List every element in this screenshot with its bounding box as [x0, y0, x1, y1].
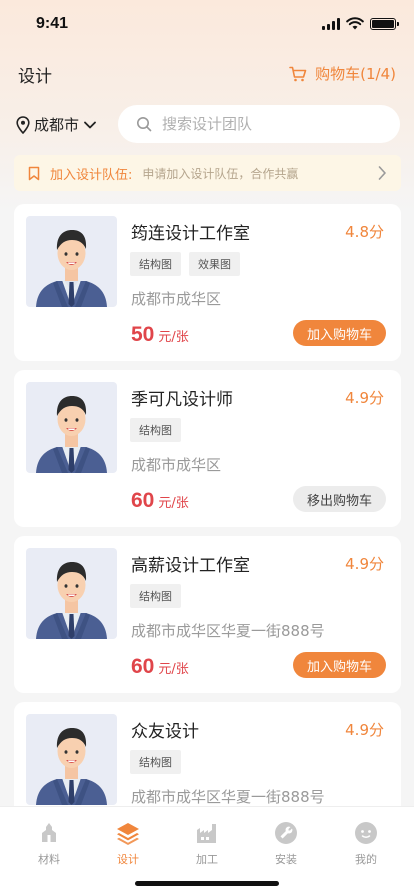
add-to-cart-button[interactable]: 加入购物车 — [292, 652, 386, 678]
wifi-icon — [346, 17, 364, 30]
designer-rating: 4.9分 — [345, 721, 384, 739]
designer-name: 季可凡设计师 — [131, 390, 233, 410]
price: 60 元/张 — [131, 489, 189, 513]
search-box[interactable] — [118, 105, 400, 143]
tab-installation[interactable]: 安装 — [256, 821, 316, 867]
status-icons — [322, 17, 399, 30]
profile-icon — [355, 822, 377, 844]
materials-icon — [42, 823, 56, 842]
design-layers-icon — [117, 823, 139, 845]
join-banner-description: 申请加入设计队伍，合作共赢 — [142, 166, 299, 181]
tag-list: 结构图 — [130, 750, 181, 774]
tab-materials[interactable]: 材料 — [19, 821, 79, 867]
chevron-right-icon — [378, 166, 386, 180]
price-unit: 元/张 — [158, 496, 189, 511]
bookmark-icon — [28, 166, 40, 180]
designer-address: 成都市成华区华夏一街888号 — [131, 788, 325, 806]
tag-list: 结构图 — [130, 418, 181, 442]
designer-card[interactable]: 筠连设计工作室 4.8分 结构图 效果图 成都市成华区 50 元/张 加入购物车 — [14, 204, 401, 361]
designer-address: 成都市成华区华夏一街888号 — [131, 622, 325, 640]
tag-list: 结构图 效果图 — [130, 252, 240, 276]
tab-label: 我的 — [355, 853, 377, 866]
header: 设计 购物车(1/4) — [0, 58, 414, 90]
designer-name: 筠连设计工作室 — [131, 224, 250, 244]
location-pin-icon — [16, 115, 30, 134]
price-value: 50 — [131, 323, 155, 346]
status-time: 9:41 — [36, 15, 69, 32]
search-input[interactable] — [162, 115, 382, 133]
tag-list: 结构图 — [130, 584, 181, 608]
price-value: 60 — [131, 489, 155, 512]
price-unit: 元/张 — [158, 662, 189, 677]
factory-icon — [197, 824, 216, 843]
cart-icon — [289, 66, 307, 81]
price: 50 元/张 — [131, 323, 189, 347]
tag: 效果图 — [189, 252, 240, 276]
designer-rating: 4.9分 — [345, 389, 384, 407]
join-banner-title: 加入设计队伍: — [50, 167, 133, 183]
designer-address: 成都市成华区 — [131, 456, 222, 474]
designer-avatar — [26, 714, 117, 805]
price-value: 60 — [131, 655, 155, 678]
tab-label: 加工 — [196, 853, 218, 866]
tag: 结构图 — [130, 252, 181, 276]
wrench-icon — [275, 822, 297, 844]
tab-design[interactable]: 设计 — [98, 821, 158, 867]
tab-label: 安装 — [275, 853, 297, 866]
signal-icon — [322, 17, 340, 30]
page-title: 设计 — [18, 67, 52, 87]
designer-address: 成都市成华区 — [131, 290, 222, 308]
chevron-down-icon — [84, 121, 96, 128]
tag: 结构图 — [130, 584, 181, 608]
tab-label: 材料 — [38, 853, 60, 866]
tab-profile[interactable]: 我的 — [336, 821, 396, 867]
cart-button[interactable]: 购物车(1/4) — [289, 63, 396, 84]
designer-rating: 4.9分 — [345, 555, 384, 573]
designer-name: 高薪设计工作室 — [131, 556, 250, 576]
designer-card[interactable]: 高薪设计工作室 4.9分 结构图 成都市成华区华夏一街888号 60 元/张 加… — [14, 536, 401, 693]
designer-avatar — [26, 216, 117, 307]
battery-icon — [370, 17, 399, 30]
tab-label: 设计 — [117, 853, 139, 866]
city-label: 成都市 — [34, 116, 80, 134]
status-bar: 9:41 — [0, 0, 414, 50]
remove-from-cart-button[interactable]: 移出购物车 — [292, 486, 386, 512]
designer-rating: 4.8分 — [345, 223, 384, 241]
designer-name: 众友设计 — [131, 722, 199, 742]
tag: 结构图 — [130, 418, 181, 442]
search-icon — [137, 117, 152, 132]
join-team-banner[interactable]: 加入设计队伍: 申请加入设计队伍，合作共赢 — [14, 155, 401, 191]
city-selector[interactable]: 成都市 — [16, 114, 97, 135]
tag: 结构图 — [130, 750, 181, 774]
price-unit: 元/张 — [158, 330, 189, 345]
add-to-cart-button[interactable]: 加入购物车 — [292, 320, 386, 346]
home-indicator — [135, 881, 279, 886]
tab-processing[interactable]: 加工 — [177, 821, 237, 867]
designer-card[interactable]: 季可凡设计师 4.9分 结构图 成都市成华区 60 元/张 移出购物车 — [14, 370, 401, 527]
designer-avatar — [26, 382, 117, 473]
designer-avatar — [26, 548, 117, 639]
price: 60 元/张 — [131, 655, 189, 679]
cart-label: 购物车(1/4) — [315, 65, 396, 83]
search-row: 成都市 — [0, 105, 414, 143]
